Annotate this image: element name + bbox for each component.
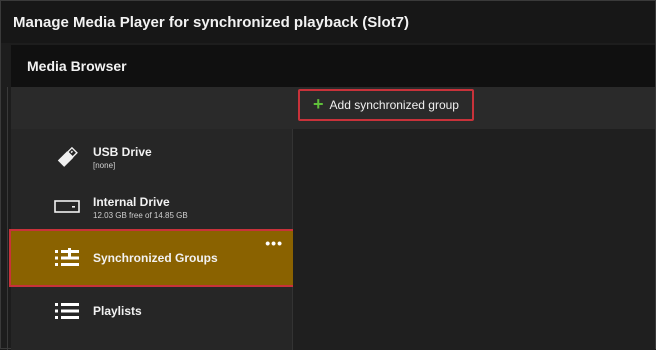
source-item-usb-drive[interactable]: USB Drive [none] (11, 133, 293, 181)
hard-drive-icon (53, 193, 81, 221)
source-item-name: Synchronized Groups (93, 251, 218, 265)
source-item-internal-drive[interactable]: Internal Drive 12.03 GB free of 14.85 GB (11, 183, 293, 231)
toolbar: + Add synchronized group (11, 87, 655, 129)
window-title: Manage Media Player for synchronized pla… (1, 1, 655, 43)
sync-groups-icon (53, 244, 81, 272)
source-item-name: Playlists (93, 304, 142, 318)
media-browser-header: Media Browser (11, 45, 655, 87)
usb-drive-icon (53, 143, 81, 171)
source-item-subtitle: [none] (93, 160, 116, 170)
add-group-label: Add synchronized group (329, 98, 459, 112)
divider (7, 87, 8, 350)
add-synchronized-group-button[interactable]: + Add synchronized group (298, 89, 474, 121)
source-list: USB Drive [none] Internal Drive 12.03 GB… (9, 129, 295, 350)
source-item-name: USB Drive (93, 144, 152, 159)
plus-icon: + (313, 94, 324, 114)
media-player-window: Manage Media Player for synchronized pla… (0, 0, 656, 350)
source-item-subtitle: 12.03 GB free of 14.85 GB (93, 210, 188, 220)
content-pane (293, 129, 655, 350)
playlist-icon (53, 297, 81, 325)
source-item-playlists[interactable]: Playlists (11, 287, 293, 335)
more-options-icon[interactable]: ••• (265, 235, 283, 251)
source-item-synchronized-groups[interactable]: Synchronized Groups ••• (9, 229, 295, 287)
source-item-name: Internal Drive (93, 194, 170, 209)
